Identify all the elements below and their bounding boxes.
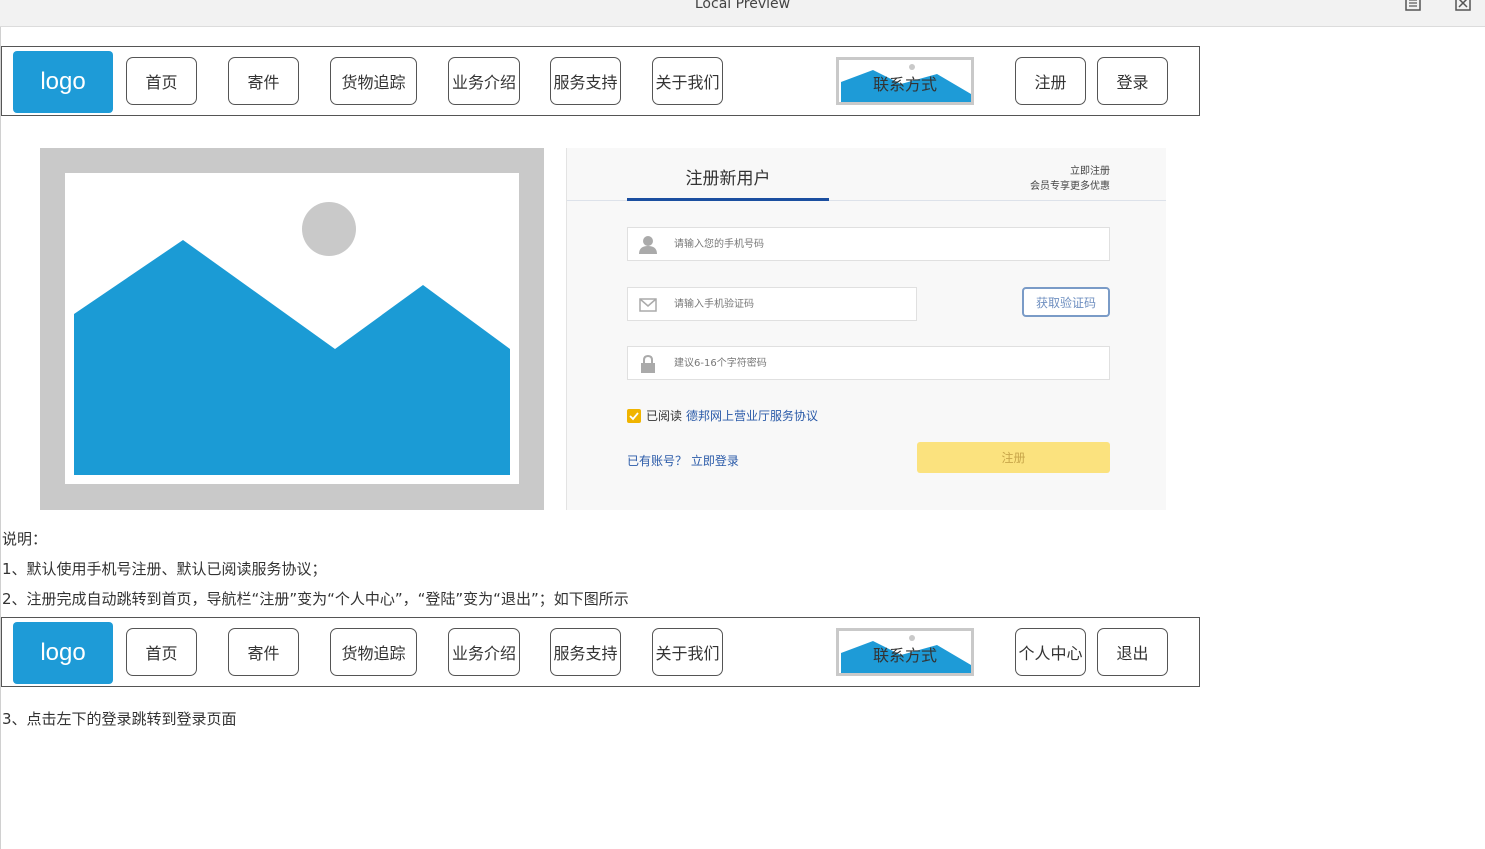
notes-line2: 2、注册完成自动跳转到首页，导航栏“注册”变为“个人中心”，“登陆”变为“退出”… [2, 590, 629, 608]
nav-bar-before: logo 首页 寄件 货物追踪 业务介绍 服务支持 关于我们 联系方式 注册 登… [1, 46, 1200, 116]
document-icon[interactable] [1404, 0, 1422, 14]
phone-input[interactable] [674, 228, 1099, 260]
logo[interactable]: logo [13, 51, 113, 113]
nav-business[interactable]: 业务介绍 [448, 628, 520, 676]
login-link[interactable]: 已有账号？ 立即登录 [627, 452, 739, 469]
password-field[interactable] [627, 346, 1110, 380]
phone-field[interactable] [627, 227, 1110, 261]
nav-about[interactable]: 关于我们 [652, 628, 723, 676]
page-left-border [0, 27, 1, 849]
agreement-prefix: 已阅读 [646, 409, 683, 423]
nav-tracking[interactable]: 货物追踪 [330, 57, 417, 105]
promo-line1: 立即注册 [1070, 166, 1110, 177]
agreement-checkbox[interactable] [627, 408, 641, 423]
logo[interactable]: logo [13, 622, 113, 684]
nav-bar-after: logo 首页 寄件 货物追踪 业务介绍 服务支持 关于我们 联系方式 个人中心… [1, 617, 1200, 687]
promo-text: 立即注册 会员专享更多优惠 [1030, 164, 1110, 194]
nav-home[interactable]: 首页 [126, 57, 197, 105]
promo-line2: 会员专享更多优惠 [1030, 181, 1110, 192]
nav-support[interactable]: 服务支持 [550, 57, 621, 105]
lock-icon [641, 354, 655, 373]
login-button[interactable]: 登录 [1097, 57, 1168, 105]
submit-register-button[interactable]: 注册 [917, 442, 1110, 473]
nav-contact[interactable]: 联系方式 [836, 57, 974, 105]
register-button[interactable]: 注册 [1015, 57, 1086, 105]
get-code-button[interactable]: 获取验证码 [1022, 287, 1110, 317]
agreement-row: 已阅读 德邦网上营业厅服务协议 [627, 407, 818, 424]
password-input[interactable] [674, 347, 1099, 379]
image-placeholder [40, 148, 544, 510]
agreement-link[interactable]: 德邦网上营业厅服务协议 [686, 407, 818, 424]
nav-home[interactable]: 首页 [126, 628, 197, 676]
code-input[interactable] [674, 288, 906, 320]
nav-support[interactable]: 服务支持 [550, 628, 621, 676]
tab-register[interactable]: 注册新用户 [627, 164, 829, 189]
logout-button[interactable]: 退出 [1097, 628, 1168, 676]
nav-send[interactable]: 寄件 [228, 628, 299, 676]
notes-title: 说明： [2, 530, 48, 548]
check-icon [629, 411, 639, 420]
contact-label: 联系方式 [872, 646, 937, 665]
nav-contact[interactable]: 联系方式 [836, 628, 974, 676]
nav-business[interactable]: 业务介绍 [448, 57, 520, 105]
mail-icon [639, 298, 657, 312]
window-titlebar: Local Preview [0, 0, 1485, 27]
nav-about[interactable]: 关于我们 [652, 57, 723, 105]
code-field[interactable] [627, 287, 917, 321]
user-icon [639, 236, 657, 254]
notes-line3: 3、点击左下的登录跳转到登录页面 [2, 710, 237, 728]
nav-tracking[interactable]: 货物追踪 [330, 628, 417, 676]
tab-active-indicator [627, 198, 829, 201]
close-icon[interactable] [1455, 0, 1473, 14]
nav-send[interactable]: 寄件 [228, 57, 299, 105]
notes-line1: 1、默认使用手机号注册、默认已阅读服务协议； [2, 560, 327, 578]
register-form: 注册新用户 立即注册 会员专享更多优惠 获取验证码 已阅读 [566, 148, 1166, 510]
contact-label: 联系方式 [872, 75, 937, 94]
window-title: Local Preview [694, 0, 791, 12]
user-center-button[interactable]: 个人中心 [1015, 628, 1086, 676]
